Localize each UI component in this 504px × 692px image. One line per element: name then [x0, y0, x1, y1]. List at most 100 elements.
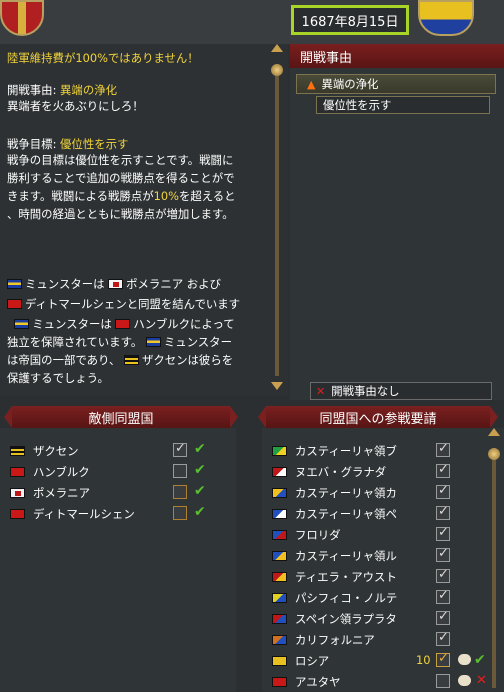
- scroll-down-arrow-icon[interactable]: [271, 382, 283, 390]
- list-item: カスティーリャ領ブ: [272, 440, 397, 461]
- list-item: ハンブルク: [10, 461, 90, 482]
- ally-checkbox[interactable]: [436, 546, 450, 562]
- casus-belli-panel: 開戦事由 ▲ 異端の浄化 優位性を示す ✕ 開戦事由なし: [290, 44, 504, 400]
- check-icon: ✔: [194, 441, 206, 457]
- scroll-up-arrow-icon[interactable]: [488, 428, 500, 436]
- list-item: ポメラニア: [10, 482, 90, 503]
- saxony-flag-icon: [123, 355, 139, 365]
- enemy-allies-title: 敵側同盟国: [12, 406, 230, 428]
- check-icon: ✔: [194, 504, 206, 520]
- goal-desc-1: 戦争の目標は優位性を示すことです。戦闘に: [7, 153, 234, 167]
- cb-flavor: 異端者を火あぶりにしろ！: [7, 99, 144, 113]
- list-item: カスティーリャ領ペ: [272, 503, 397, 524]
- country-flag-icon: [272, 592, 287, 603]
- ally-scrollbar[interactable]: [492, 448, 496, 688]
- country-flag-icon: [272, 487, 287, 498]
- enemy-checkbox[interactable]: [173, 506, 187, 520]
- enemy-name: ザクセン: [33, 443, 79, 458]
- pomerania-flag-icon: [10, 487, 25, 498]
- description-scrollbar[interactable]: [275, 64, 279, 376]
- cross-icon: ✕: [316, 384, 326, 398]
- cb-option-label: 異端の浄化: [321, 77, 379, 91]
- country-flag-icon: [272, 529, 287, 540]
- ally-checkbox[interactable]: [436, 504, 450, 520]
- ally-scroll-knob[interactable]: [488, 448, 500, 460]
- cb-goal-option[interactable]: 優位性を示す: [316, 96, 490, 114]
- enemy-name: ディトマールシェン: [33, 506, 135, 521]
- description-scroll-knob[interactable]: [271, 64, 283, 76]
- top-bar: 1687年8月15日: [0, 0, 504, 44]
- ally-checkbox[interactable]: [436, 630, 450, 646]
- ally-header-tip-right: [490, 406, 498, 428]
- list-item: アユタヤ: [272, 671, 341, 692]
- list-item: ディトマールシェン: [10, 503, 135, 524]
- russia-flag-icon: [272, 655, 287, 666]
- munster-flag-icon: [145, 337, 161, 347]
- country-flag-icon: [272, 445, 287, 456]
- goal-desc-3: きます。戦闘による戦勝点が10%を超えると: [7, 189, 236, 203]
- check-icon: ✔: [194, 483, 206, 499]
- dithmarschen-flag-icon: [7, 299, 22, 309]
- ally-checkbox[interactable]: [436, 609, 450, 625]
- dithmarschen-flag-icon: [10, 508, 25, 519]
- current-date: 1687年8月15日: [291, 5, 409, 35]
- cb-none-label: 開戦事由なし: [331, 384, 400, 398]
- target-shield-icon[interactable]: [418, 0, 474, 36]
- check-icon: ✔: [194, 462, 206, 478]
- ally-requests-title: 同盟国への参戦要請: [266, 406, 490, 428]
- saxony-flag-icon: [10, 445, 25, 456]
- list-item: カスティーリャ領カ: [272, 482, 397, 503]
- scroll-up-arrow-icon[interactable]: [271, 44, 283, 52]
- ally-checkbox[interactable]: [436, 674, 450, 688]
- cb-value: 異端の浄化: [60, 83, 117, 97]
- enemy-checkbox[interactable]: [173, 464, 187, 478]
- enemy-allies-panel: ザクセン ✔ ハンブルク ✔ ポメラニア ✔ ディトマールシェン ✔: [0, 428, 236, 692]
- ally-checkbox[interactable]: [436, 462, 450, 478]
- ally-checkbox[interactable]: [436, 588, 450, 604]
- alliance-line-3: ミュンスターは ハンブルクによって: [7, 316, 235, 332]
- war-description-panel: 陸軍維持費が100%ではありません！ 開戦事由: 異端の浄化 異端者を火あぶりに…: [0, 44, 288, 396]
- player-shield-icon[interactable]: [0, 0, 44, 36]
- enemy-checkbox[interactable]: [173, 485, 187, 499]
- list-item: パシフィコ・ノルテ: [272, 587, 397, 608]
- country-flag-icon: [272, 571, 287, 582]
- message-icon: [458, 675, 471, 686]
- country-flag-icon: [272, 466, 287, 477]
- goal-percent: 10%: [153, 189, 179, 203]
- flame-icon: ▲: [307, 77, 316, 91]
- country-flag-icon: [272, 613, 287, 624]
- ally-header-tip: [258, 406, 266, 428]
- goal-desc-2: 勝利することで追加の戦勝点を得ることがで: [7, 171, 235, 185]
- message-icon: [458, 654, 471, 665]
- ally-checkbox[interactable]: [436, 525, 450, 541]
- goal-label: 戦争目標:: [7, 137, 57, 151]
- goal-desc-4: 、時間の経過とともに戦勝点が増加します。: [7, 207, 234, 221]
- alliance-line-1: ミュンスターは ポメラニア および: [7, 276, 221, 292]
- alliance-line-2: ディトマールシェンと同盟を結んでいます: [7, 296, 240, 312]
- list-item: カスティーリャ領ル: [272, 545, 397, 566]
- ally-checkbox[interactable]: [436, 441, 450, 457]
- ally-checkbox[interactable]: [436, 483, 450, 499]
- country-flag-icon: [272, 508, 287, 519]
- ally-requests-panel: カスティーリャ領ブ ヌエバ・グラナダ カスティーリャ領カ カスティーリャ領ペ フ…: [262, 428, 504, 692]
- enemy-name: ハンブルク: [33, 464, 90, 479]
- munster-flag-icon: [14, 319, 30, 329]
- cb-option-selected[interactable]: ▲ 異端の浄化: [296, 74, 496, 94]
- cross-icon: ✕: [476, 673, 487, 688]
- hamburg-flag-icon: [115, 319, 131, 329]
- pomerania-flag-icon: [108, 279, 124, 289]
- country-flag-icon: [272, 634, 287, 645]
- alliance-line-6: 保護するでしょう。: [7, 371, 109, 385]
- enemy-checkbox[interactable]: [173, 441, 187, 457]
- list-item: カリフォルニア: [272, 629, 375, 650]
- list-item: ロシア: [272, 650, 329, 671]
- list-item: ティエラ・アウスト: [272, 566, 397, 587]
- goal-value: 優位性を示す: [60, 137, 129, 151]
- enemy-header-tip: [4, 406, 12, 428]
- munster-flag-icon: [7, 279, 22, 289]
- ally-checkbox[interactable]: [436, 567, 450, 583]
- list-item: ヌエバ・グラナダ: [272, 461, 386, 482]
- cb-none-option[interactable]: ✕ 開戦事由なし: [310, 382, 492, 400]
- alliance-line-4: 独立を保障されています。 ミュンスター: [7, 335, 232, 349]
- ally-checkbox[interactable]: [436, 651, 450, 667]
